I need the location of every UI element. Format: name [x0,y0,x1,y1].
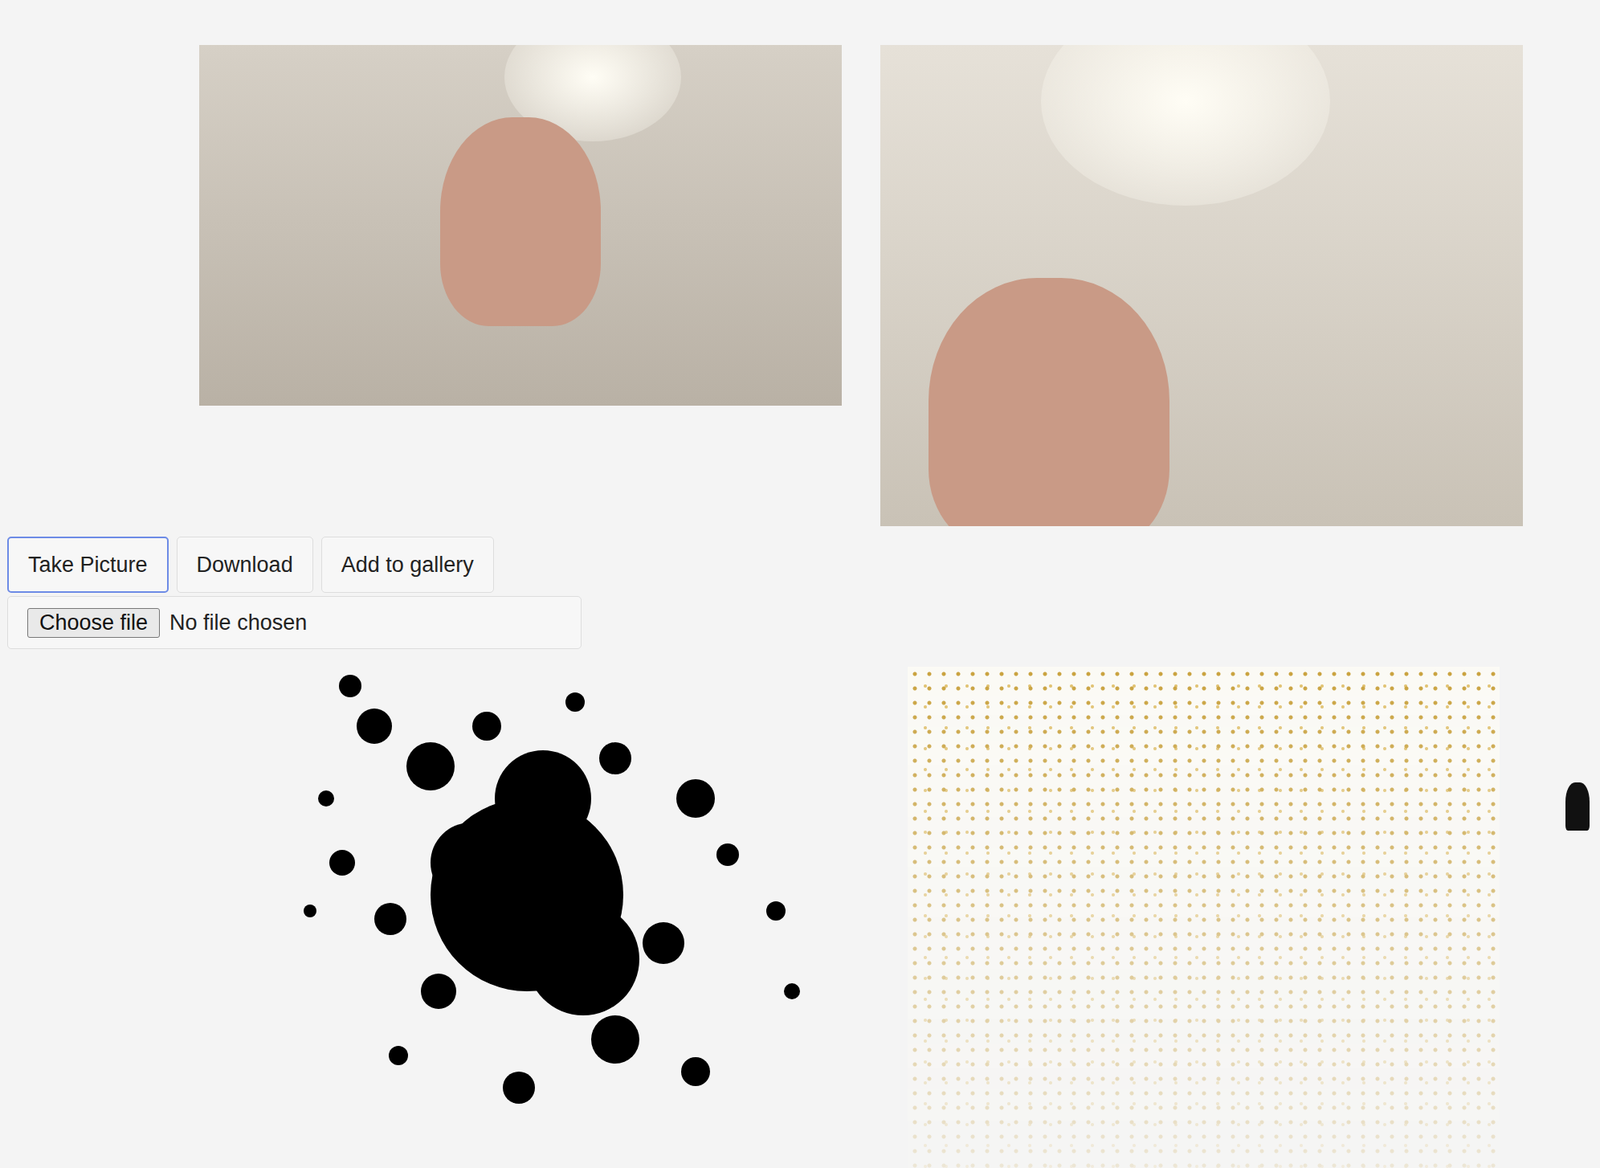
controls: Take PictureDownloadAdd to gallery Choos… [0,525,1600,649]
ink-splat[interactable] [204,653,898,1168]
sticker-row [0,653,1600,1168]
action-button[interactable]: Take Picture [7,536,169,593]
snapshot [880,44,1523,527]
action-button[interactable]: Add to gallery [321,536,494,593]
person [928,277,1170,527]
file-input[interactable]: Choose file No file chosen [7,595,582,649]
video-row [0,0,1600,527]
file-status: No file chosen [169,610,307,636]
light-glow [1040,44,1331,206]
lamp-icon [1565,782,1590,831]
action-button[interactable]: Download [176,536,314,593]
choose-file-button[interactable]: Choose file [27,608,160,638]
ink-splat-icon [204,653,898,1168]
live-camera [199,44,842,406]
button-row: Take PictureDownloadAdd to gallery [7,536,1600,593]
gold-stars[interactable] [907,666,1500,1168]
person [440,117,601,327]
photobooth-page: Take PictureDownloadAdd to gallery Choos… [0,0,1600,1168]
